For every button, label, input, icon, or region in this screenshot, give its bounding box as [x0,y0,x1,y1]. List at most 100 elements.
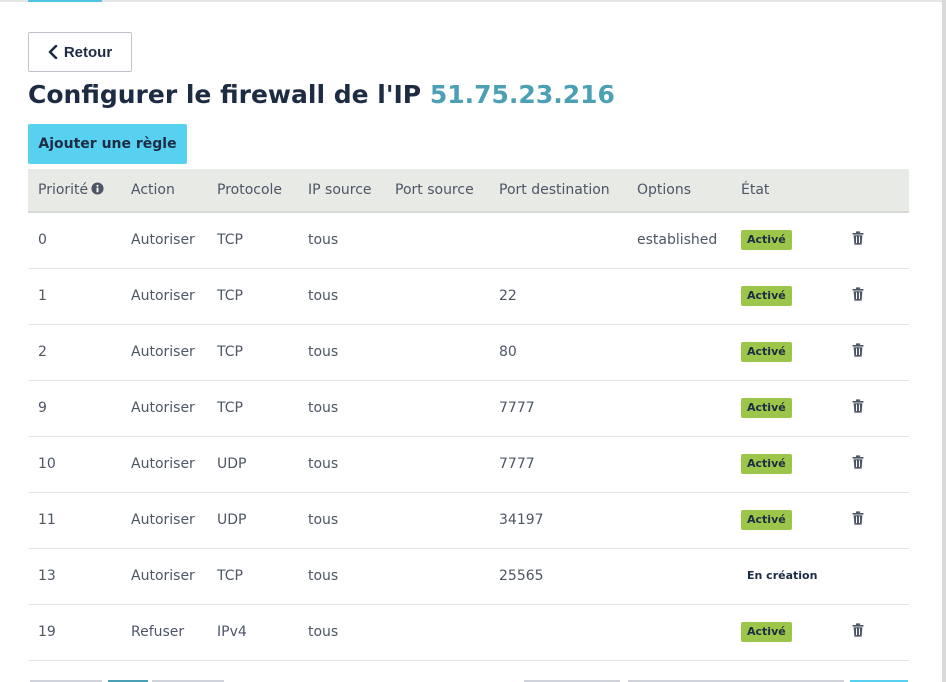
cell-source-port [385,548,489,605]
cell-action: Autoriser [121,492,207,549]
status-badge: Activé [741,510,792,530]
cell-options [627,268,731,325]
cell-state: Activé [731,436,842,493]
table-header-row: Priorité Action Protocole IP source Port… [28,169,909,213]
cell-action: Autoriser [121,436,207,493]
rules-body: 0 Autoriser TCP tous established Activé 1 Autor… [28,212,909,661]
cell-dest-port: 22 [489,268,627,325]
cell-source-ip: tous [298,436,385,493]
cell-row-actions [842,604,909,661]
cell-source-port [385,380,489,437]
back-button[interactable]: Retour [28,32,132,72]
cell-state: Activé [731,380,842,437]
cell-priority: 19 [28,604,121,661]
cell-action: Autoriser [121,268,207,325]
header-state: État [731,169,842,213]
cell-row-actions [842,548,909,605]
header-source-port: Port source [385,169,489,213]
header-actions [842,169,909,213]
cell-dest-port: 34197 [489,492,627,549]
cell-source-port [385,212,489,269]
header-source-ip: IP source [298,169,385,213]
top-border [0,0,946,2]
cell-source-port [385,604,489,661]
cell-protocol: UDP [207,436,298,493]
firewall-rules-table: Priorité Action Protocole IP source Port… [28,169,909,661]
cell-dest-port [489,604,627,661]
header-priority[interactable]: Priorité [28,169,121,213]
cell-row-actions [842,380,909,437]
pagination-strip [28,678,909,682]
cell-options [627,324,731,381]
table-row: 10 Autoriser UDP tous 7777 Activé [28,436,909,493]
cell-state: Activé [731,268,842,325]
cell-row-actions [842,268,909,325]
page-title-ip: 51.75.23.216 [429,80,615,109]
trash-icon[interactable] [852,623,864,637]
status-badge: Activé [741,286,792,306]
page-title: Configurer le firewall de l'IP 51.75.23.… [28,78,615,112]
cell-source-ip: tous [298,604,385,661]
trash-icon[interactable] [852,287,864,301]
table-row: 1 Autoriser TCP tous 22 Activé [28,268,909,325]
header-dest-port: Port destination [489,169,627,213]
trash-icon[interactable] [852,399,864,413]
chevron-left-icon [48,45,58,59]
table-row: 2 Autoriser TCP tous 80 Activé [28,324,909,381]
cell-source-port [385,268,489,325]
trash-icon[interactable] [852,343,864,357]
active-tab-indicator [28,0,102,2]
cell-priority: 11 [28,492,121,549]
header-action: Action [121,169,207,213]
cell-action: Autoriser [121,324,207,381]
cell-source-ip: tous [298,212,385,269]
cell-dest-port: 25565 [489,548,627,605]
info-icon[interactable] [91,182,104,195]
cell-priority: 1 [28,268,121,325]
cell-row-actions [842,212,909,269]
scrollbar[interactable] [942,0,946,682]
trash-icon[interactable] [852,455,864,469]
trash-icon[interactable] [852,231,864,245]
add-rule-button[interactable]: Ajouter une règle [28,124,187,164]
table-row: 11 Autoriser UDP tous 34197 Activé [28,492,909,549]
trash-icon[interactable] [852,511,864,525]
page-title-prefix: Configurer le firewall de l'IP [28,80,422,109]
cell-options [627,492,731,549]
cell-protocol: TCP [207,212,298,269]
cell-source-ip: tous [298,324,385,381]
cell-state: Activé [731,492,842,549]
cell-protocol: TCP [207,548,298,605]
cell-state: Activé [731,324,842,381]
cell-dest-port: 80 [489,324,627,381]
cell-protocol: TCP [207,380,298,437]
cell-protocol: IPv4 [207,604,298,661]
header-priority-label: Priorité [38,182,89,198]
cell-protocol: TCP [207,324,298,381]
status-badge: Activé [741,622,792,642]
status-badge: Activé [741,342,792,362]
cell-priority: 0 [28,212,121,269]
cell-source-ip: tous [298,268,385,325]
cell-priority: 2 [28,324,121,381]
cell-dest-port [489,212,627,269]
cell-action: Autoriser [121,548,207,605]
cell-state: Activé [731,212,842,269]
cell-priority: 10 [28,436,121,493]
cell-options [627,436,731,493]
status-badge: Activé [741,230,792,251]
cell-dest-port: 7777 [489,436,627,493]
status-badge: Activé [741,454,792,474]
cell-state: Activé [731,604,842,661]
header-options: Options [627,169,731,213]
cell-action: Refuser [121,604,207,661]
table-row: 0 Autoriser TCP tous established Activé [28,212,909,269]
cell-row-actions [842,492,909,549]
back-button-label: Retour [63,43,113,61]
cell-source-ip: tous [298,492,385,549]
cell-action: Autoriser [121,380,207,437]
table-row: 9 Autoriser TCP tous 7777 Activé [28,380,909,437]
cell-source-port [385,324,489,381]
table-row: 13 Autoriser TCP tous 25565 En création [28,548,909,605]
cell-protocol: UDP [207,492,298,549]
